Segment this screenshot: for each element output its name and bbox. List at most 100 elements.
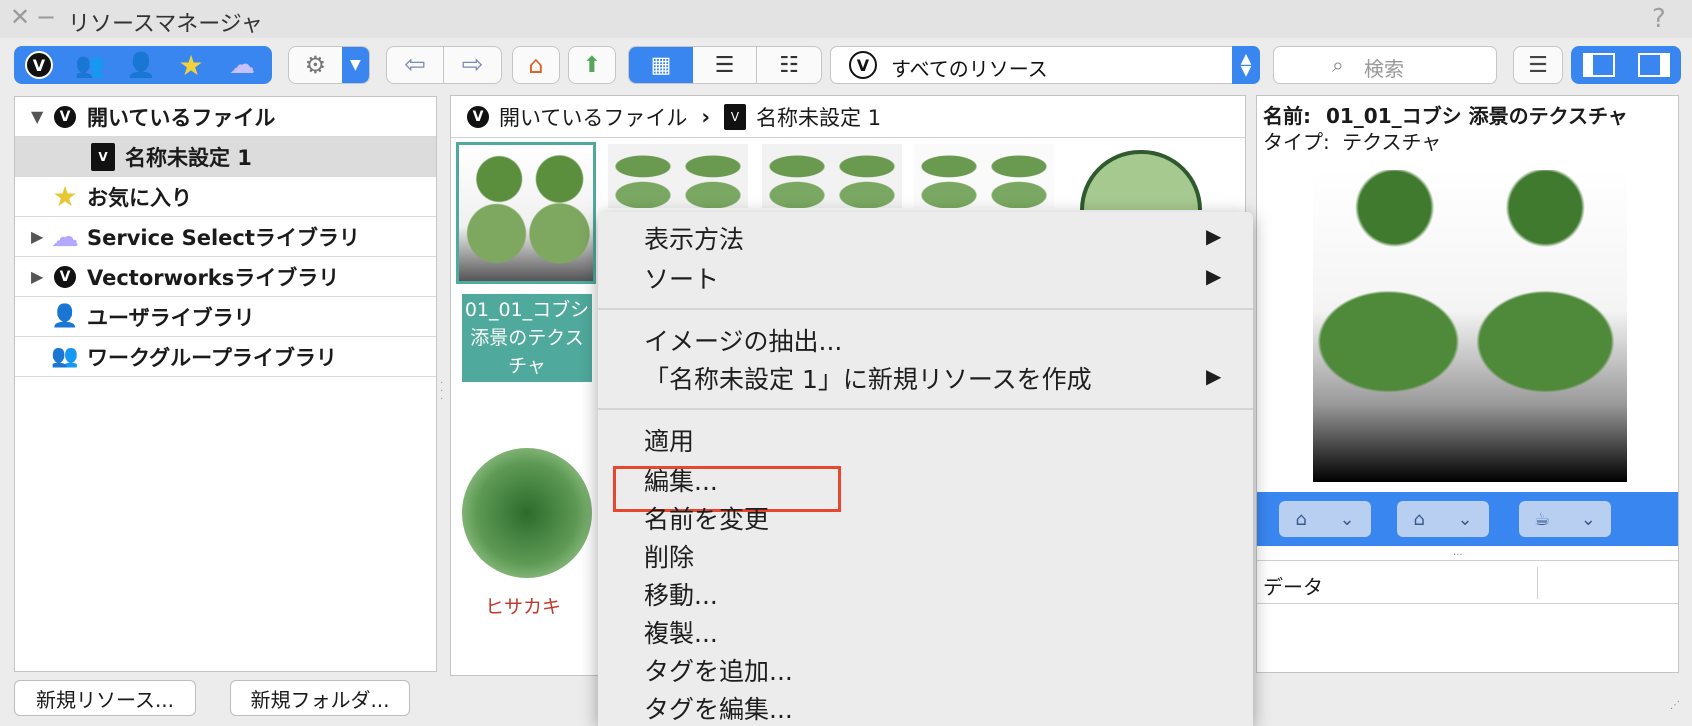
resize-grip-icon[interactable]: ⋰: [1670, 700, 1680, 711]
menu-item-delete[interactable]: 削除: [644, 538, 694, 574]
menu-item-display-method[interactable]: 表示方法: [644, 220, 744, 256]
window-title: リソースマネージャ: [68, 12, 263, 37]
favorites-button[interactable]: ★: [166, 46, 216, 84]
tree-item-label: Vectorworksライブラリ: [87, 265, 340, 290]
plant-plan-symbol-thumbnail[interactable]: [462, 448, 592, 578]
menu-item-apply[interactable]: 適用: [644, 422, 694, 458]
user-library-button[interactable]: 👤: [116, 46, 166, 84]
vectorworks-logo-icon: V: [25, 51, 53, 79]
type-label: タイプ:: [1263, 130, 1330, 154]
menu-item-edit-tag[interactable]: タグを編集...: [644, 690, 793, 726]
tree-item-favorites[interactable]: ★ お気に入り: [15, 177, 436, 217]
resource-type-row: タイプ: テクスチャ: [1263, 126, 1441, 155]
vectorworks-library-button[interactable]: V: [14, 46, 64, 84]
resource-thumbnail[interactable]: [762, 144, 902, 208]
menu-item-duplicate[interactable]: 複製...: [644, 614, 718, 650]
forward-button[interactable]: ⇨: [444, 47, 501, 83]
selected-resource-caption: 01_01_コブシ 添景のテクスチャ: [462, 294, 592, 382]
disclosure-closed-icon[interactable]: ▶: [31, 227, 49, 246]
new-folder-button[interactable]: 新規フォルダ...: [230, 680, 410, 716]
close-icon[interactable]: ✕: [10, 3, 30, 31]
shrub-texture-image: [762, 144, 902, 208]
disclosure-closed-icon[interactable]: ▶: [31, 267, 49, 286]
new-resource-button[interactable]: 新規リソース...: [14, 680, 196, 716]
star-icon: ★: [178, 48, 204, 82]
thumbnail-view-button[interactable]: ▦: [629, 47, 693, 83]
library-tree-panel: ▼ V 開いているファイル V 名称未設定 1 ★ お気に入り ▶ ☁ Serv…: [14, 96, 437, 672]
house-render-icon: ⌂: [1295, 508, 1307, 530]
column-divider[interactable]: [1537, 567, 1538, 599]
context-menu: 表示方法 ▶ ソート ▶ イメージの抽出... 「名称未設定 1」に新規リソース…: [598, 212, 1253, 726]
grid-icon: ▦: [650, 52, 672, 78]
splitter-grip[interactable]: ···: [440, 379, 446, 405]
preview-toolbar: ⌂ ⌄ ⌂ ⌄ ☕ ⌄: [1257, 492, 1678, 546]
tree-item-open-files[interactable]: ▼ V 開いているファイル: [15, 97, 436, 137]
disclosure-open-icon[interactable]: ▼: [31, 107, 49, 126]
star-icon: ★: [52, 180, 78, 213]
preview-shape-button[interactable]: ☕ ⌄: [1519, 501, 1611, 537]
chevron-down-icon: ⌄: [1457, 508, 1473, 530]
breadcrumb-root[interactable]: 開いているファイル: [499, 102, 687, 132]
menu-item-create-new-resource[interactable]: 「名称未設定 1」に新規リソースを作成: [644, 360, 1092, 396]
vectorworks-logo-icon: V: [849, 51, 877, 79]
document-icon: V: [91, 142, 115, 171]
user-icon: 👤: [51, 304, 79, 329]
resource-thumbnail[interactable]: [608, 144, 748, 208]
tree-item-label: お気に入り: [87, 185, 192, 210]
breadcrumb-current[interactable]: 名称未設定 1: [756, 102, 881, 132]
tree-item-user-library[interactable]: 👤 ユーザライブラリ: [15, 297, 436, 337]
help-icon[interactable]: ?: [1652, 4, 1666, 34]
folder-up-icon: ⬆: [582, 52, 602, 78]
stepper-icon: ▲ ▼: [1232, 46, 1260, 84]
layout-left-button[interactable]: [1571, 46, 1626, 84]
resource-caption: ヒサカキ: [485, 596, 562, 618]
home-icon: ⌂: [528, 51, 544, 79]
info-pane-toggle-button[interactable]: ☰: [1513, 46, 1563, 84]
tree-item-workgroup-library[interactable]: 👥 ワークグループライブラリ: [15, 337, 436, 377]
detail-view-button[interactable]: ☷: [757, 47, 821, 83]
cloud-library-button[interactable]: ☁: [216, 46, 268, 84]
resource-thumbnail-selected[interactable]: [456, 142, 596, 284]
resource-thumbnail[interactable]: [914, 144, 1054, 208]
tree-item-label: ワークグループライブラリ: [87, 345, 337, 370]
submenu-arrow-icon: ▶: [1206, 224, 1222, 248]
tree-item-label: Service Selectライブラリ: [87, 225, 360, 250]
user-icon: 👤: [126, 51, 156, 79]
gear-menu-button[interactable]: ⚙ ▼: [288, 46, 370, 84]
tree-texture-image: [459, 145, 593, 281]
grass-texture-image: [914, 144, 1054, 208]
minimize-icon[interactable]: −: [36, 3, 56, 31]
chevron-down-icon: ⌄: [1580, 508, 1596, 530]
arrow-left-icon: ⇦: [404, 50, 426, 80]
menu-item-move[interactable]: 移動...: [644, 576, 718, 612]
menu-item-add-tag[interactable]: タグを追加...: [644, 652, 793, 688]
view-mode-segment: ▦ ☰ ☷: [628, 46, 822, 84]
tree-item-untitled-1[interactable]: V 名称未設定 1: [15, 137, 436, 177]
menu-item-extract-image[interactable]: イメージの抽出...: [644, 322, 842, 358]
back-button[interactable]: ⇦: [387, 47, 445, 83]
name-label: 名前:: [1263, 104, 1311, 128]
stacked-rows-icon: ☰: [1528, 52, 1548, 78]
search-placeholder: 検索: [1364, 57, 1404, 81]
submenu-arrow-icon: ▶: [1206, 264, 1222, 288]
list-view-button[interactable]: ☰: [693, 47, 757, 83]
pane-right-icon: [1637, 53, 1670, 77]
search-input[interactable]: ⌕ 検索: [1273, 46, 1497, 84]
menu-item-edit[interactable]: 編集...: [644, 462, 718, 498]
resource-manager-window: ✕ − リソースマネージャ ? V 👥 👤 ★ ☁ ⚙ ▼ ⇦ ⇨ ⌂ ⬆ ▦ …: [0, 0, 1692, 726]
preview-view-button[interactable]: ⌂ ⌄: [1397, 501, 1489, 537]
tree-item-service-select[interactable]: ▶ ☁ Service Selectライブラリ: [15, 217, 436, 257]
menu-item-sort[interactable]: ソート: [644, 260, 719, 296]
group-icon: 👥: [75, 51, 105, 79]
gear-icon: ⚙: [304, 51, 327, 79]
menu-item-rename[interactable]: 名前を変更: [644, 500, 769, 536]
layout-right-button[interactable]: [1626, 46, 1681, 84]
preview-lighting-button[interactable]: ⌂ ⌄: [1279, 501, 1371, 537]
tree-item-vectorworks-library[interactable]: ▶ V Vectorworksライブラリ: [15, 257, 436, 297]
list-icon: ☰: [714, 52, 735, 78]
home-button[interactable]: ⌂: [512, 46, 560, 84]
parent-folder-button[interactable]: ⬆: [568, 46, 616, 84]
resource-type-select[interactable]: V すべてのリソース ▲ ▼: [830, 46, 1260, 84]
workgroup-library-button[interactable]: 👥: [64, 46, 116, 84]
name-value: 01_01_コブシ 添景のテクスチャ: [1325, 104, 1628, 128]
